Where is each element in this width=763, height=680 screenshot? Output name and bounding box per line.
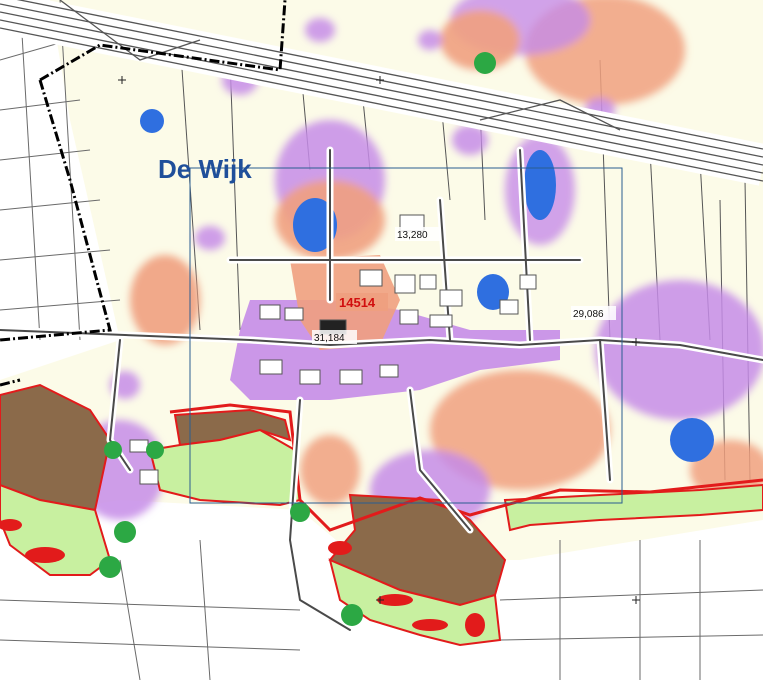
area-code-label: 14514 <box>339 295 376 310</box>
label-north: 13,280 <box>397 230 428 241</box>
map-canvas[interactable]: De Wijk 14514 13,280 31,184 29,086 <box>0 0 763 680</box>
label-east: 29,086 <box>573 309 604 320</box>
place-name-label: De Wijk <box>158 154 252 184</box>
label-center: 31,184 <box>314 333 345 344</box>
